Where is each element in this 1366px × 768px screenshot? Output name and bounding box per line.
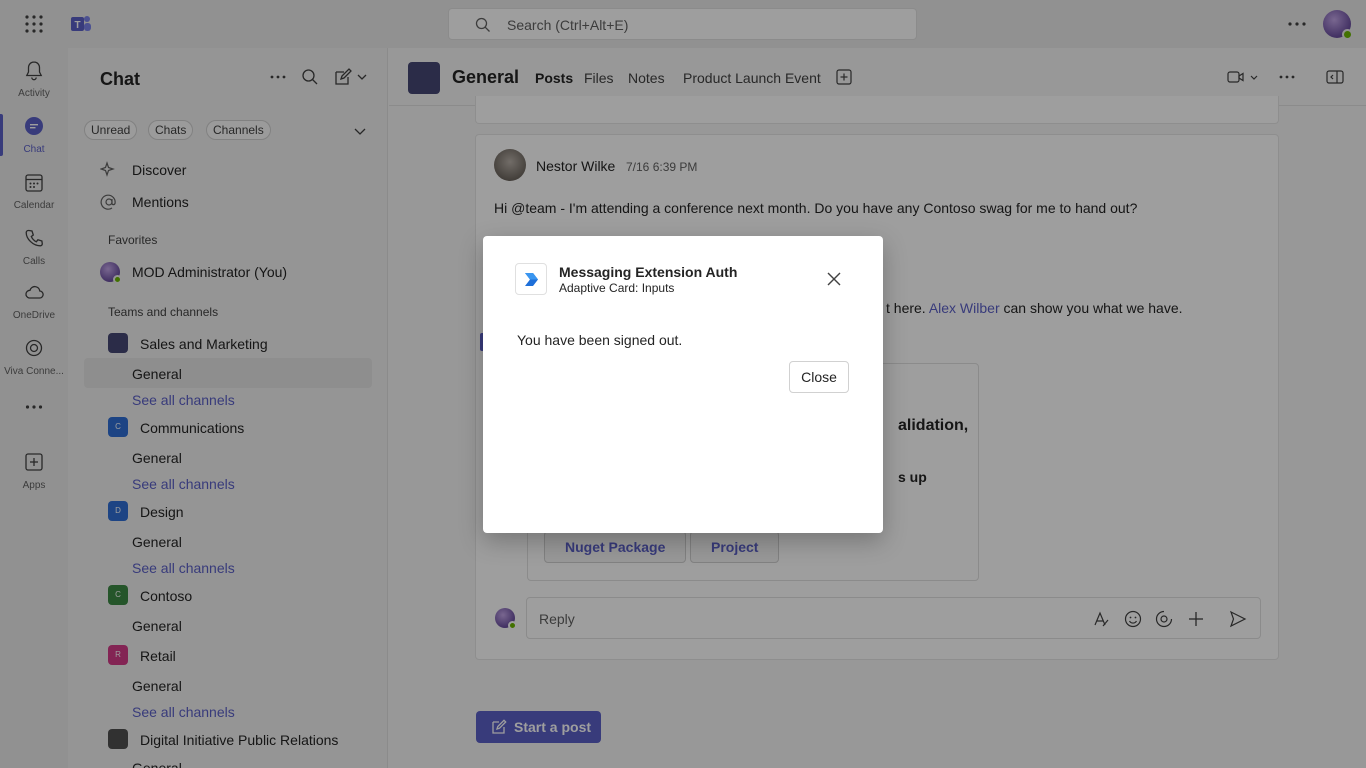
auth-dialog: Messaging Extension Auth Adaptive Card: …: [483, 236, 883, 533]
dialog-subtitle: Adaptive Card: Inputs: [559, 281, 675, 295]
dialog-message: You have been signed out.: [517, 332, 683, 348]
app-icon: [515, 263, 547, 295]
close-icon[interactable]: [825, 270, 843, 288]
close-button[interactable]: Close: [789, 361, 849, 393]
dialog-title: Messaging Extension Auth: [559, 264, 738, 280]
messaging-extension-app-icon: [525, 273, 538, 286]
